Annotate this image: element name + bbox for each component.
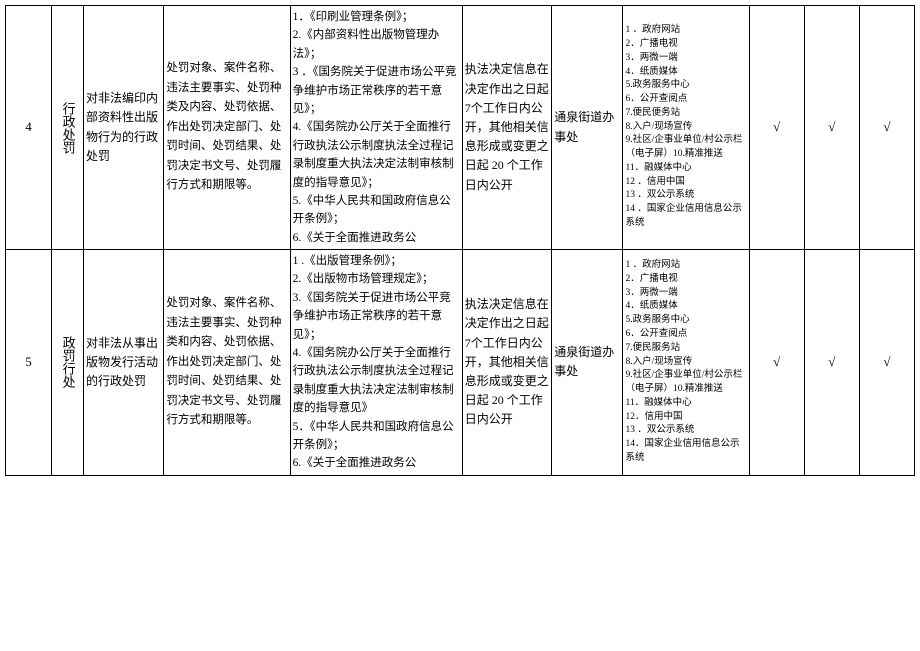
table-row: 4 行政处罚 对非法编印内部资料性出版物行为的行政处罚 处罚对象、案件名称、违法… — [6, 6, 915, 250]
disclosure-table: 4 行政处罚 对非法编印内部资料性出版物行为的行政处罚 处罚对象、案件名称、违法… — [5, 5, 915, 476]
mark-col-3: √ — [859, 6, 914, 250]
matter-title: 对非法从事出版物发行活动的行政处罚 — [84, 250, 164, 476]
mark-col-3: √ — [859, 250, 914, 476]
subject: 通泉街道办事处 — [552, 6, 623, 250]
table-row: 5 政罚行处 对非法从事出版物发行活动的行政处罚 处罚对象、案件名称、违法主要事… — [6, 250, 915, 476]
row-number: 5 — [6, 250, 52, 476]
mark-col-1: √ — [749, 250, 804, 476]
mark-col-2: √ — [804, 6, 859, 250]
subject: 通泉街道办事处 — [552, 250, 623, 476]
time-limit: 执法决定信息在决定作出之日起 7个工作日内公开，其他相关信息形成或变更之日起 2… — [462, 6, 552, 250]
disclosure-content: 处罚对象、案件名称、违法主要事实、处罚种类及内容、处罚依据、作出处罚决定部门、处… — [164, 6, 290, 250]
channels: 1 ．政府网站2．广播电视3．两微一端4．纸质媒体5.政务服务中心6．公开查阅点… — [623, 250, 749, 476]
mark-col-2: √ — [804, 250, 859, 476]
time-limit: 执法决定信息在决定作出之日起 7个工作日内公开，其他相关信息形成或变更之日起 2… — [462, 250, 552, 476]
mark-col-1: √ — [749, 6, 804, 250]
matter-title: 对非法编印内部资料性出版物行为的行政处罚 — [84, 6, 164, 250]
legal-basis: 1．《印刷业管理条例》；2.《内部资料性出版物管理办法》；3 ．《国务院关于促进… — [290, 6, 462, 250]
row-number: 4 — [6, 6, 52, 250]
channels: 1 ．政府网站2．广播电视3．两微一端4．纸质媒体5.政务服务中心6．公开查阅点… — [623, 6, 749, 250]
category-cell: 行政处罚 — [51, 6, 83, 250]
disclosure-content: 处罚对象、案件名称、违法主要事实、处罚种类和内容、处罚依据、作出处罚决定部门、处… — [164, 250, 290, 476]
legal-basis: 1 .《出版管理条例》；2.《出版物市场管理规定》；3.《国务院关于促进市场公平… — [290, 250, 462, 476]
category-cell: 政罚行处 — [51, 250, 83, 476]
